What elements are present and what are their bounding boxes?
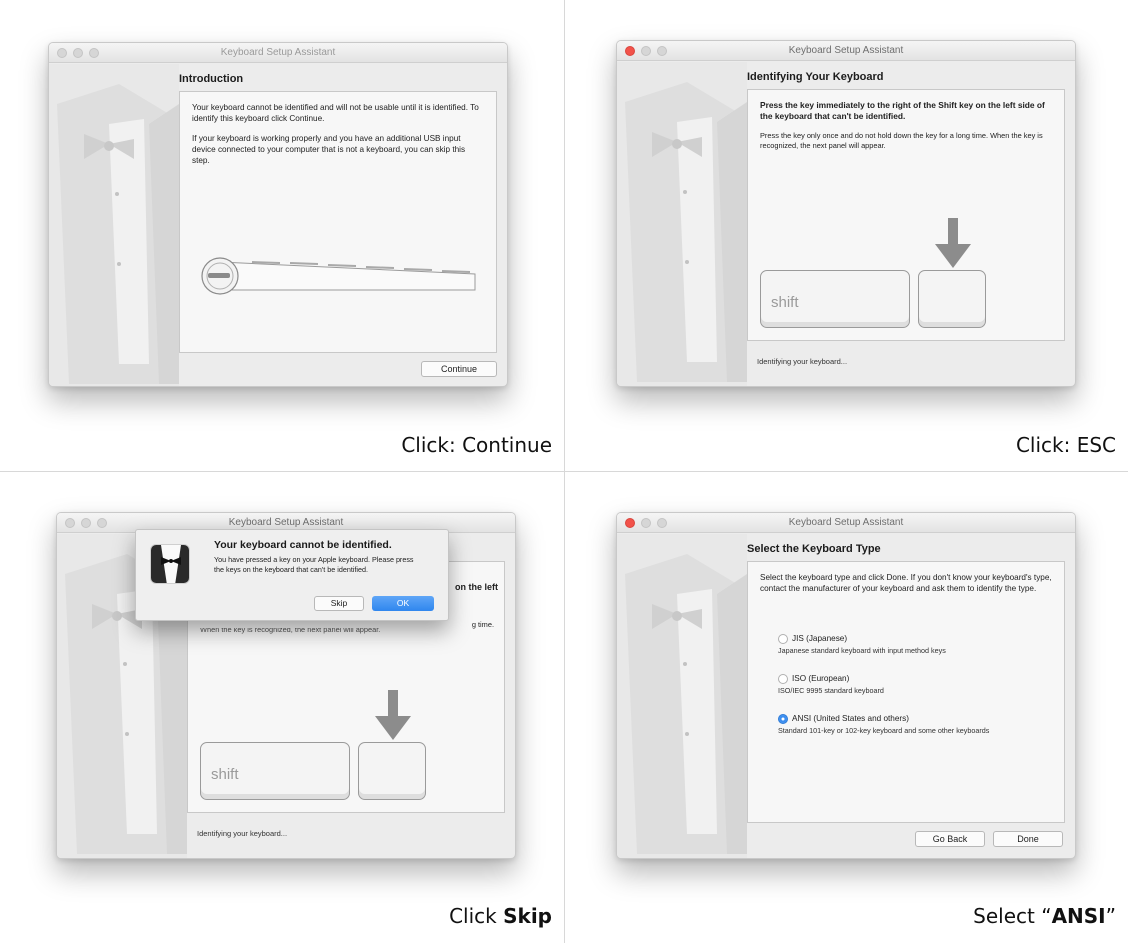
radio-label: ANSI (United States and others) [792, 714, 909, 724]
tuxedo-illustration [49, 64, 179, 386]
alert-message: You have pressed a key on your Apple key… [214, 555, 414, 574]
caption-prefix: Click [449, 904, 504, 928]
obscured-heading-fragment: on the left [455, 582, 498, 592]
radio-option-ansi[interactable]: ANSI (United States and others) Standard… [778, 714, 1018, 736]
keyboard-setup-window: Keyboard Setup Assistant Introduction Yo… [48, 42, 508, 387]
done-button[interactable]: Done [993, 831, 1063, 847]
window-title: Keyboard Setup Assistant [788, 517, 904, 528]
minimize-button[interactable] [641, 46, 651, 56]
step-4-cell: Keyboard Setup Assistant Select the Keyb… [564, 471, 1128, 942]
instruction-bold: Press the key immediately to the right o… [760, 100, 1045, 121]
close-button[interactable] [625, 46, 635, 56]
close-button[interactable] [625, 518, 635, 528]
shift-key: shift [760, 270, 910, 328]
minimize-button[interactable] [641, 518, 651, 528]
shift-key: shift [200, 742, 350, 800]
step-caption: Click: ESC [1015, 433, 1116, 457]
tuxedo-illustration [617, 534, 747, 858]
down-arrow-icon [935, 218, 971, 268]
window-titlebar: Keyboard Setup Assistant [49, 43, 507, 63]
zoom-button[interactable] [657, 46, 667, 56]
zoom-button[interactable] [657, 518, 667, 528]
obscured-text-line: When the key is recognized, the next pan… [200, 628, 381, 634]
intro-paragraph: Your keyboard cannot be identified and w… [192, 103, 479, 123]
obscured-text-fragment: g time. [471, 620, 494, 629]
step-3-cell: Keyboard Setup Assistant on the left g t… [0, 471, 564, 942]
tuxedo-illustration [617, 62, 747, 386]
window-controls [57, 48, 99, 58]
step-caption: Click Skip [449, 904, 552, 928]
keyboard-setup-window: Keyboard Setup Assistant Select the Keyb… [616, 512, 1076, 859]
close-button[interactable] [57, 48, 67, 58]
window-title: Keyboard Setup Assistant [228, 517, 344, 528]
skip-hint-paragraph: If your keyboard is working properly and… [192, 134, 466, 165]
radio-option-jis[interactable]: JIS (Japanese) Japanese standard keyboar… [778, 634, 1018, 656]
status-text: Identifying your keyboard... [197, 829, 288, 838]
tutorial-grid: Keyboard Setup Assistant Introduction Yo… [0, 0, 1128, 943]
page-title: Identifying Your Keyboard [747, 71, 884, 83]
window-title: Keyboard Setup Assistant [788, 45, 904, 56]
content-panel: Your keyboard cannot be identified and w… [179, 91, 497, 353]
ok-button[interactable]: OK [372, 596, 434, 611]
skip-button[interactable]: Skip [314, 596, 364, 611]
window-title: Keyboard Setup Assistant [220, 47, 336, 58]
radio-label: JIS (Japanese) [792, 634, 848, 644]
radio-label: ISO (European) [792, 674, 850, 684]
window-titlebar: Keyboard Setup Assistant [617, 513, 1075, 533]
radio-option-iso[interactable]: ISO (European) ISO/IEC 9995 standard key… [778, 674, 1018, 696]
status-text: Identifying your keyboard... [757, 357, 848, 366]
step-1-cell: Keyboard Setup Assistant Introduction Yo… [0, 0, 564, 471]
caption-bold: Skip [503, 904, 552, 928]
content-panel: Select the keyboard type and click Done.… [747, 561, 1065, 823]
alert-title: Your keyboard cannot be identified. [214, 539, 392, 551]
radio-description: Standard 101-key or 102-key keyboard and… [778, 726, 990, 735]
radio-description: Japanese standard keyboard with input me… [778, 646, 946, 655]
target-key [918, 270, 986, 328]
radio-button[interactable] [778, 674, 788, 684]
shift-key-label: shift [771, 294, 799, 311]
caption-suffix: ” [1105, 904, 1116, 928]
page-title: Select the Keyboard Type [747, 543, 881, 555]
step-2-cell: Keyboard Setup Assistant Identifying You… [564, 0, 1128, 471]
step-caption: Click: Continue [401, 433, 552, 457]
step-caption: Select “ANSI” [973, 904, 1116, 928]
instruction-text: Press the key only once and do not hold … [760, 131, 1043, 150]
minimize-button[interactable] [81, 518, 91, 528]
continue-button[interactable]: Continue [421, 361, 497, 377]
radio-button[interactable] [778, 634, 788, 644]
content-panel: Press the key immediately to the right o… [747, 89, 1065, 341]
bowtie-icon [150, 544, 190, 584]
window-controls [625, 46, 667, 56]
keyboard-illustration [201, 257, 476, 295]
page-title: Introduction [179, 73, 244, 85]
target-key [358, 742, 426, 800]
alert-dialog: Your keyboard cannot be identified. You … [135, 529, 449, 621]
caption-bold: ANSI [1051, 904, 1106, 928]
shift-key-label: shift [211, 766, 239, 783]
zoom-button[interactable] [97, 518, 107, 528]
caption-prefix: Select “ [973, 904, 1052, 928]
keyboard-setup-window: Keyboard Setup Assistant Identifying You… [616, 40, 1076, 387]
radio-button-selected[interactable] [778, 714, 788, 724]
zoom-button[interactable] [89, 48, 99, 58]
minimize-button[interactable] [73, 48, 83, 58]
intro-paragraph: Select the keyboard type and click Done.… [760, 573, 1052, 593]
go-back-button[interactable]: Go Back [915, 831, 985, 847]
radio-description: ISO/IEC 9995 standard keyboard [778, 686, 884, 695]
window-controls [625, 518, 667, 528]
close-button[interactable] [65, 518, 75, 528]
window-titlebar: Keyboard Setup Assistant [617, 41, 1075, 61]
keyboard-setup-window: Keyboard Setup Assistant on the left g t… [56, 512, 516, 859]
down-arrow-icon [375, 690, 411, 740]
window-controls [65, 518, 107, 528]
